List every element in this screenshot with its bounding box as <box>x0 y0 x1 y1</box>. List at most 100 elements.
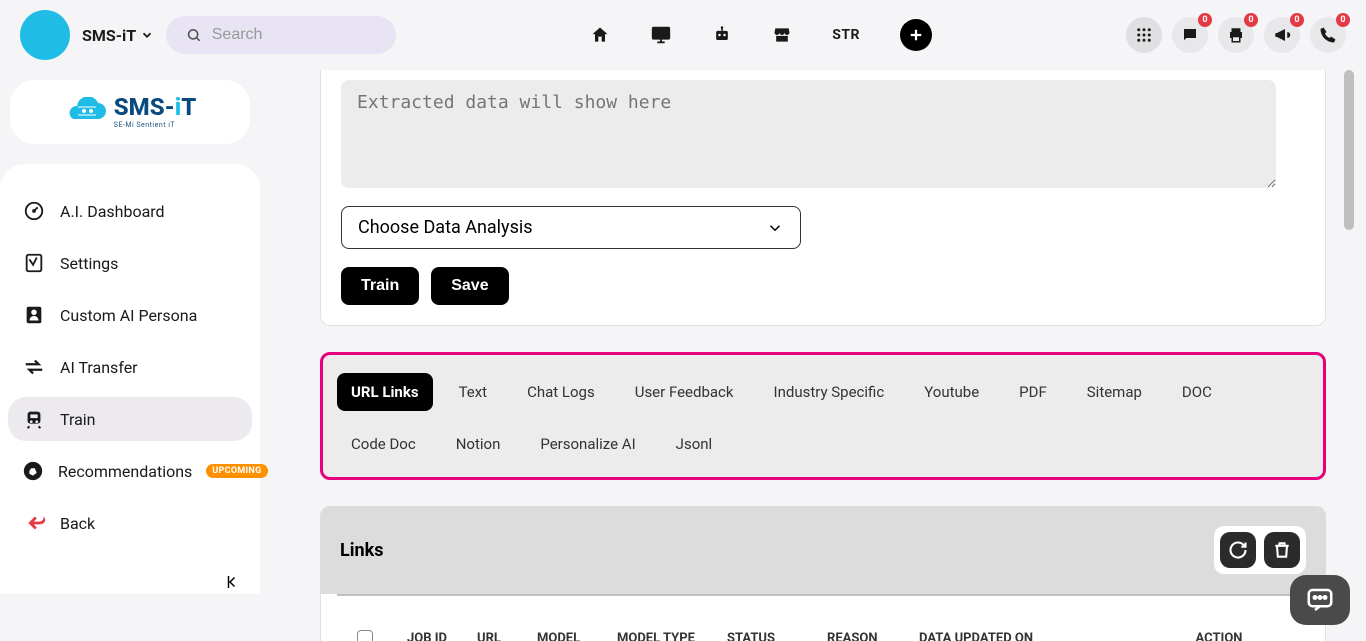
back-icon <box>22 511 46 535</box>
sidebar-item-label: Settings <box>60 254 118 273</box>
apps-icon <box>1135 26 1153 44</box>
collapse-sidebar-button[interactable] <box>224 573 242 591</box>
brand-dropdown[interactable]: SMS-iT <box>82 26 154 45</box>
sidebar-item-label: Custom AI Persona <box>60 306 197 325</box>
tab-code-doc[interactable]: Code Doc <box>337 425 430 463</box>
tab-industry-specific[interactable]: Industry Specific <box>760 373 899 411</box>
chat-widget-icon <box>1305 585 1335 615</box>
links-header: Links <box>320 506 1326 594</box>
th-action: ACTION <box>1149 631 1289 641</box>
sidebar-item-label: AI Transfer <box>60 358 138 377</box>
megaphone-icon <box>1273 26 1291 44</box>
data-analysis-select[interactable]: Choose Data Analysis <box>341 206 801 249</box>
search-box[interactable] <box>166 16 396 54</box>
print-icon <box>1227 26 1245 44</box>
training-source-tabs: URL Links Text Chat Logs User Feedback Indus… <box>320 352 1326 480</box>
select-value: Choose Data Analysis <box>358 217 533 238</box>
sidebar-item-label: A.I. Dashboard <box>60 202 165 221</box>
sidebar-item-persona[interactable]: Custom AI Persona <box>8 293 252 337</box>
th-jobid: JOB ID <box>407 631 467 641</box>
refresh-button[interactable] <box>1220 532 1256 568</box>
tab-pdf[interactable]: PDF <box>1005 373 1061 411</box>
announce-button[interactable]: 0 <box>1264 17 1300 53</box>
logo: SMS-iT SE-Mi Sentient iT <box>64 95 196 129</box>
tab-notion[interactable]: Notion <box>442 425 515 463</box>
tab-jsonl[interactable]: Jsonl <box>662 425 727 463</box>
top-header: SMS-iT STR 0 0 <box>0 0 1366 70</box>
save-button[interactable]: Save <box>431 267 508 305</box>
sidebar-nav: A.I. Dashboard Settings Custom AI Person… <box>0 164 260 594</box>
chat-widget-button[interactable] <box>1290 575 1350 625</box>
trash-icon <box>1272 540 1292 560</box>
sidebar: SMS-iT SE-Mi Sentient iT A.I. Dashboard … <box>0 70 270 641</box>
chat-badge: 0 <box>1198 13 1212 27</box>
avatar[interactable] <box>20 10 70 60</box>
dashboard-icon <box>22 199 46 223</box>
tab-text[interactable]: Text <box>445 373 502 411</box>
th-reason: REASON <box>827 631 909 641</box>
tab-youtube[interactable]: Youtube <box>910 373 993 411</box>
apps-button[interactable] <box>1126 17 1162 53</box>
settings-icon <box>22 251 46 275</box>
sidebar-brand: SMS-iT SE-Mi Sentient iT <box>10 80 250 144</box>
sidebar-item-train[interactable]: Train <box>8 397 252 441</box>
home-icon[interactable] <box>590 25 610 45</box>
chevron-down-icon <box>140 28 154 42</box>
sidebar-item-label: Recommendations <box>58 462 192 481</box>
refresh-icon <box>1228 540 1248 560</box>
chat-button[interactable]: 0 <box>1172 17 1208 53</box>
content: Choose Data Analysis Train Save URL Link… <box>270 70 1366 641</box>
sidebar-item-recommend[interactable]: Recommendations UPCOMING <box>8 449 252 493</box>
collapse-icon <box>224 573 242 591</box>
logo-subtitle: SE-Mi Sentient iT <box>114 121 196 129</box>
links-section: Links <box>320 506 1326 641</box>
brand-name: SMS-iT <box>82 26 136 45</box>
phone-badge: 0 <box>1336 13 1350 27</box>
tab-doc[interactable]: DOC <box>1168 373 1226 411</box>
th-status: STATUS <box>727 631 817 641</box>
main-area: SMS-iT SE-Mi Sentient iT A.I. Dashboard … <box>0 70 1366 641</box>
sidebar-item-dashboard[interactable]: A.I. Dashboard <box>8 189 252 233</box>
train-icon <box>22 407 46 431</box>
table-header: JOB ID URL MODEL MODEL TYPE STATUS REASO… <box>337 624 1309 641</box>
th-modeltype: MODEL TYPE <box>617 631 717 641</box>
plus-icon <box>907 26 925 44</box>
th-model: MODEL <box>537 631 607 641</box>
extracted-data-textarea[interactable] <box>341 80 1276 188</box>
add-button[interactable] <box>900 19 932 51</box>
tab-url-links[interactable]: URL Links <box>337 373 433 411</box>
train-button[interactable]: Train <box>341 267 419 305</box>
monitor-icon[interactable] <box>650 24 672 46</box>
top-nav-center: STR <box>408 19 1114 51</box>
delete-all-button[interactable] <box>1264 532 1300 568</box>
chevron-down-icon <box>766 219 784 237</box>
upcoming-badge: UPCOMING <box>206 464 267 478</box>
phone-button[interactable]: 0 <box>1310 17 1346 53</box>
sidebar-item-back[interactable]: Back <box>8 501 252 545</box>
top-nav-right: 0 0 0 0 <box>1126 17 1346 53</box>
robot-icon[interactable] <box>712 25 732 45</box>
print-badge: 0 <box>1244 13 1258 27</box>
th-dataupdated: DATA UPDATED ON <box>919 631 1139 641</box>
select-all-checkbox[interactable] <box>357 630 373 641</box>
links-actions <box>1214 526 1306 574</box>
search-icon <box>186 26 202 44</box>
tab-personalize-ai[interactable]: Personalize AI <box>526 425 649 463</box>
extracted-data-card: Choose Data Analysis Train Save <box>320 70 1326 326</box>
announce-badge: 0 <box>1290 13 1304 27</box>
sidebar-item-settings[interactable]: Settings <box>8 241 252 285</box>
transfer-icon <box>22 355 46 379</box>
sidebar-item-label: Back <box>60 514 95 533</box>
tab-sitemap[interactable]: Sitemap <box>1073 373 1156 411</box>
button-row: Train Save <box>341 267 1305 305</box>
links-title: Links <box>340 540 383 561</box>
print-button[interactable]: 0 <box>1218 17 1254 53</box>
str-link[interactable]: STR <box>832 27 860 43</box>
sidebar-item-transfer[interactable]: AI Transfer <box>8 345 252 389</box>
sidebar-item-label: Train <box>60 410 96 429</box>
tab-chat-logs[interactable]: Chat Logs <box>513 373 609 411</box>
search-input[interactable] <box>212 26 376 44</box>
tab-user-feedback[interactable]: User Feedback <box>621 373 748 411</box>
links-table: JOB ID URL MODEL MODEL TYPE STATUS REASO… <box>320 594 1326 641</box>
store-icon[interactable] <box>772 25 792 45</box>
